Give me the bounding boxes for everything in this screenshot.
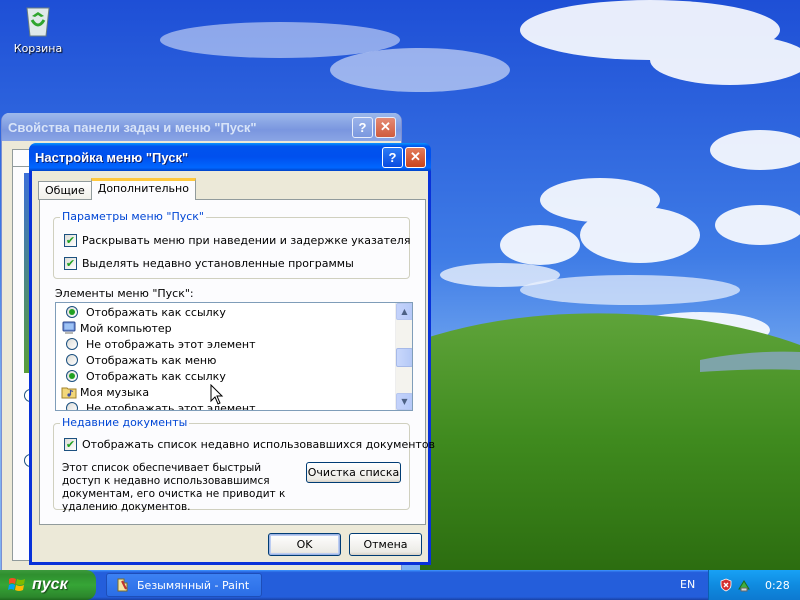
open-submenus-option[interactable]: ✔ Раскрывать меню при наведении и задерж… [64, 234, 410, 247]
paint-icon [117, 578, 128, 592]
tab-strip: Общие Дополнительно [38, 178, 196, 200]
recycle-bin-label: Корзина [13, 42, 63, 55]
start-menu-settings-legend: Параметры меню "Пуск" [60, 210, 206, 223]
tab-general[interactable]: Общие [38, 181, 92, 200]
dialog-titlebar[interactable]: Настройка меню "Пуск" ? ✕ [29, 143, 431, 171]
list-item[interactable]: Отображать как ссылку [66, 304, 226, 320]
list-item-header[interactable]: Моя музыка [56, 384, 149, 400]
list-item[interactable]: Не отображать этот элемент [66, 400, 256, 411]
radio-button[interactable] [66, 354, 78, 366]
checkbox-highlight-new-programs[interactable]: ✔ [64, 257, 77, 270]
open-submenus-label: Раскрывать меню при наведении и задержке… [82, 234, 411, 247]
start-menu-items-label: Элементы меню "Пуск": [55, 287, 194, 300]
radio-button[interactable] [66, 338, 78, 350]
back-window-close-button[interactable]: ✕ [375, 116, 396, 138]
recent-documents-group: Недавние документы ✔ Отображать список н… [53, 416, 435, 513]
dialog-title: Настройка меню "Пуск" [35, 149, 189, 165]
language-indicator[interactable]: EN [680, 578, 695, 591]
recycle-bin-shortcut[interactable]: Корзина [10, 2, 66, 55]
scroll-thumb[interactable] [396, 348, 412, 367]
system-tray: 0:28 [708, 570, 800, 600]
start-label: пуск [32, 576, 68, 593]
list-item[interactable]: Отображать как меню [66, 352, 216, 368]
list-item[interactable]: Отображать как ссылку [66, 368, 226, 384]
back-window-title: Свойства панели задач и меню "Пуск" [8, 119, 257, 135]
ok-button[interactable]: OK [268, 533, 341, 556]
list-item-label: Отображать как ссылку [86, 305, 226, 319]
recent-documents-description: Этот список обеспечивает быстрый доступ … [62, 462, 286, 513]
advanced-tab-panel: Параметры меню "Пуск" ✔ Раскрывать меню … [39, 199, 435, 525]
safely-remove-hardware-icon[interactable] [737, 578, 751, 592]
customize-start-menu-dialog: Настройка меню "Пуск" ? ✕ Общие Дополнит… [29, 143, 435, 565]
list-scrollbar[interactable]: ▲ ▼ [395, 303, 412, 410]
back-window-titlebar[interactable]: Свойства панели задач и меню "Пуск" ? ✕ [2, 113, 401, 141]
radio-button[interactable] [66, 370, 78, 382]
list-item-label: Не отображать этот элемент [86, 337, 256, 351]
windows-flag-icon [8, 578, 25, 591]
list-item-label: Мой компьютер [80, 321, 172, 335]
taskbar: пуск Безымянный - Paint EN 0:28 [0, 570, 800, 600]
security-shield-icon[interactable] [719, 578, 733, 592]
clock[interactable]: 0:28 [765, 579, 790, 592]
cancel-button[interactable]: Отмена [349, 533, 422, 556]
list-item-header[interactable]: Мой компьютер [56, 320, 172, 336]
list-item-label: Не отображать этот элемент [86, 401, 256, 411]
clear-list-button[interactable]: Очистка списка [306, 462, 401, 483]
show-recent-documents-label: Отображать список недавно использовавших… [82, 438, 436, 451]
checkbox-show-recent-documents[interactable]: ✔ [64, 438, 77, 451]
radio-button[interactable] [66, 402, 78, 410]
taskbar-item-paint[interactable]: Безымянный - Paint [106, 573, 262, 597]
help-button[interactable]: ? [382, 146, 403, 168]
taskbar-item-label: Безымянный - Paint [137, 578, 250, 592]
start-menu-settings-group: Параметры меню "Пуск" ✔ Раскрывать меню … [53, 210, 410, 279]
highlight-new-programs-option[interactable]: ✔ Выделять недавно установленные програм… [64, 257, 354, 270]
show-recent-documents-option[interactable]: ✔ Отображать список недавно использовавш… [64, 438, 435, 451]
recent-documents-legend: Недавние документы [60, 416, 190, 429]
highlight-new-programs-label: Выделять недавно установленные программы [82, 257, 354, 270]
my-music-icon [61, 387, 77, 399]
my-computer-icon [62, 321, 76, 334]
radio-button[interactable] [66, 306, 78, 318]
start-button[interactable]: пуск [0, 570, 96, 600]
checkbox-open-submenus[interactable]: ✔ [64, 234, 77, 247]
scroll-up-button[interactable]: ▲ [396, 303, 412, 320]
list-item[interactable]: Не отображать этот элемент [66, 336, 256, 352]
tab-advanced[interactable]: Дополнительно [90, 178, 196, 200]
mouse-cursor-icon [210, 384, 224, 405]
list-item-label: Моя музыка [80, 385, 150, 399]
close-button[interactable]: ✕ [405, 146, 426, 168]
start-menu-items-list[interactable]: Отображать как ссылку Мой компьютер Не о… [55, 302, 413, 411]
list-item-label: Отображать как меню [86, 353, 217, 367]
list-item-label: Отображать как ссылку [86, 369, 226, 383]
back-window-help-button[interactable]: ? [352, 116, 373, 138]
recycle-bin-icon [26, 7, 50, 37]
scroll-down-button[interactable]: ▼ [396, 393, 412, 410]
